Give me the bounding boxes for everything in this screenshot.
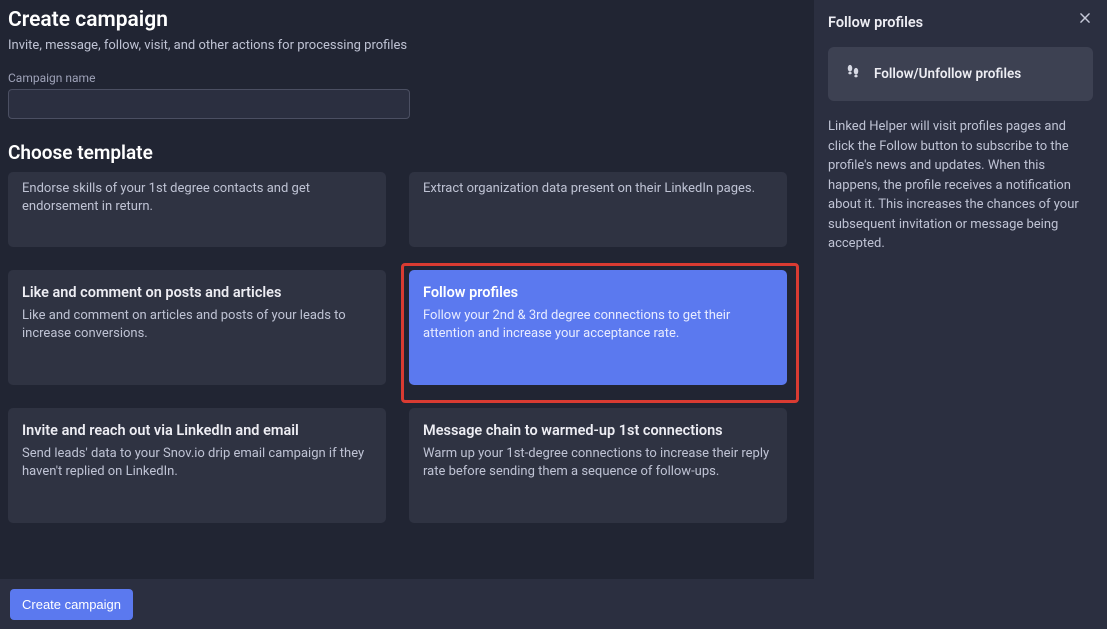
main-panel: Create campaign Invite, message, follow,… bbox=[0, 0, 814, 629]
template-card-title: Message chain to warmed-up 1st connectio… bbox=[423, 422, 773, 439]
sidebar-title: Follow profiles bbox=[828, 14, 1093, 31]
template-card-extract-org[interactable]: Extract organization data present on the… bbox=[409, 172, 787, 247]
footsteps-icon bbox=[844, 63, 862, 85]
template-card-desc: Like and comment on articles and posts o… bbox=[22, 307, 372, 343]
template-card-desc: Follow your 2nd & 3rd degree connections… bbox=[423, 307, 773, 343]
template-card-invite-reach[interactable]: Invite and reach out via LinkedIn and em… bbox=[8, 408, 386, 523]
page-subtitle: Invite, message, follow, visit, and othe… bbox=[8, 38, 806, 53]
template-card-desc: Endorse skills of your 1st degree contac… bbox=[22, 180, 372, 216]
page-title: Create campaign bbox=[8, 8, 806, 32]
sidebar-description: Linked Helper will visit profiles pages … bbox=[828, 117, 1093, 254]
sidebar-action-pill[interactable]: Follow/Unfollow profiles bbox=[828, 47, 1093, 101]
campaign-name-input[interactable] bbox=[8, 89, 410, 119]
template-card-title: Invite and reach out via LinkedIn and em… bbox=[22, 422, 372, 439]
template-card-desc: Warm up your 1st-degree connections to i… bbox=[423, 445, 773, 481]
template-card-desc: Send leads' data to your Snov.io drip em… bbox=[22, 445, 372, 481]
close-icon[interactable] bbox=[1075, 8, 1095, 28]
template-card-message-chain[interactable]: Message chain to warmed-up 1st connectio… bbox=[409, 408, 787, 523]
details-sidebar: Follow profiles Follow/Unfollow profiles… bbox=[814, 0, 1107, 629]
template-card-title: Like and comment on posts and articles bbox=[22, 284, 372, 301]
template-card-follow-profiles[interactable]: Follow profiles Follow your 2nd & 3rd de… bbox=[409, 270, 787, 385]
template-card-title: Follow profiles bbox=[423, 284, 773, 301]
footer-bar: Create campaign bbox=[0, 579, 814, 629]
campaign-name-label: Campaign name bbox=[8, 71, 806, 85]
choose-template-heading: Choose template bbox=[8, 141, 806, 164]
template-grid: Endorse skills of your 1st degree contac… bbox=[8, 172, 806, 523]
template-card-like-comment[interactable]: Like and comment on posts and articles L… bbox=[8, 270, 386, 385]
create-campaign-button[interactable]: Create campaign bbox=[10, 589, 133, 620]
sidebar-action-label: Follow/Unfollow profiles bbox=[874, 66, 1021, 82]
template-card-endorse[interactable]: Endorse skills of your 1st degree contac… bbox=[8, 172, 386, 247]
template-card-desc: Extract organization data present on the… bbox=[423, 180, 773, 198]
